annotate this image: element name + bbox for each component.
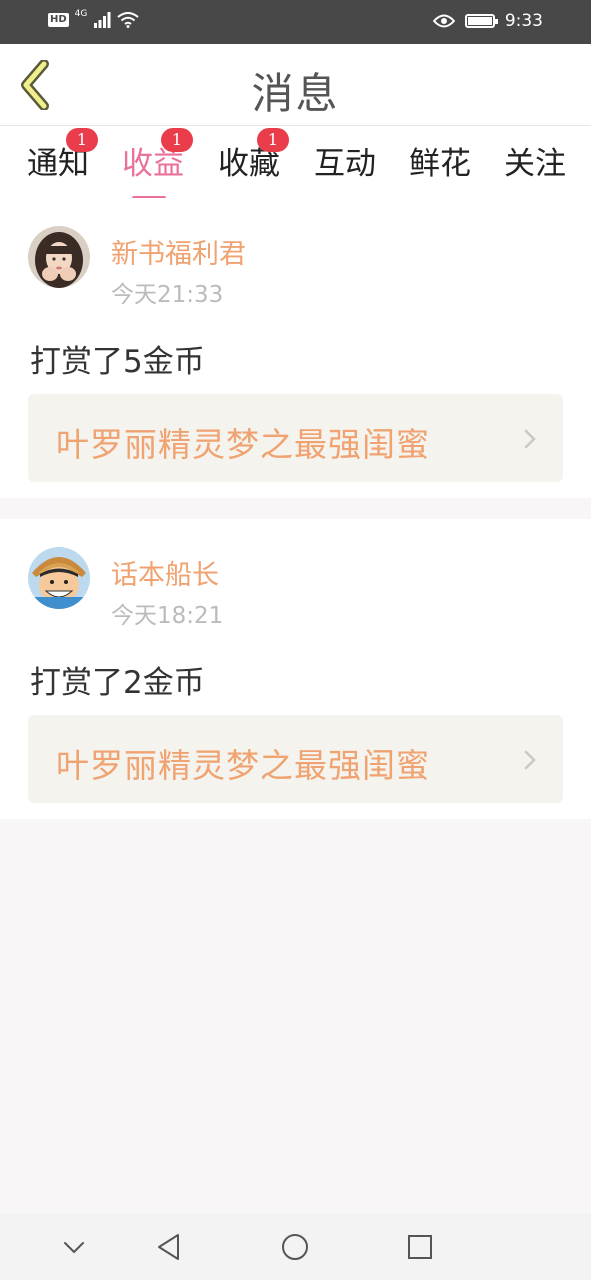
- wifi-icon: [117, 12, 139, 28]
- cartoon-avatar-icon: [28, 547, 90, 609]
- nav-home-button[interactable]: [279, 1231, 311, 1263]
- home-circle-icon: [282, 1234, 308, 1260]
- tab-favorites[interactable]: 收藏 1: [209, 128, 289, 183]
- tab-following[interactable]: 关注: [495, 138, 575, 183]
- status-left: HD 4G: [48, 9, 139, 28]
- page-title: 消息: [251, 69, 340, 118]
- header: 消息: [0, 44, 591, 126]
- unread-badge: 1: [66, 128, 98, 152]
- username[interactable]: 新书福利君: [111, 232, 246, 271]
- tab-flowers[interactable]: 鲜花: [400, 138, 480, 183]
- message-time: 今天21:33: [111, 282, 224, 308]
- message-text: 打赏了2金币: [30, 665, 205, 701]
- tab-notifications[interactable]: 通知 1: [18, 128, 98, 183]
- back-triangle-icon: [158, 1234, 179, 1260]
- signal-icon: [94, 12, 111, 28]
- book-link[interactable]: 叶罗丽精灵梦之最强闺蜜: [28, 715, 563, 803]
- collapse-button[interactable]: [58, 1231, 90, 1263]
- unread-badge: 1: [161, 128, 193, 152]
- unread-badge: 1: [257, 128, 289, 152]
- nav-recents-button[interactable]: [404, 1231, 436, 1263]
- system-nav-bar: [0, 1213, 591, 1280]
- status-bar: HD 4G 9:33: [0, 0, 591, 44]
- book-title: 叶罗丽精灵梦之最强闺蜜: [56, 425, 430, 464]
- network-type: 4G: [74, 9, 88, 19]
- tab-bar: 通知 1 收益 1 收藏 1 互动 鲜花 关注: [0, 126, 591, 200]
- book-link[interactable]: 叶罗丽精灵梦之最强闺蜜: [28, 394, 563, 482]
- book-title: 叶罗丽精灵梦之最强闺蜜: [56, 746, 430, 785]
- chevron-right-icon: [524, 429, 536, 449]
- message-text: 打赏了5金币: [30, 344, 205, 380]
- user-avatar[interactable]: [28, 547, 90, 609]
- recents-square-icon: [408, 1235, 432, 1259]
- battery-icon: [464, 14, 498, 28]
- username[interactable]: 话本船长: [111, 553, 219, 592]
- hd-indicator: HD: [48, 13, 69, 27]
- tab-earnings[interactable]: 收益 1: [113, 128, 193, 200]
- collapse-icon: [64, 1242, 84, 1254]
- tab-interactions[interactable]: 互动: [305, 138, 385, 183]
- chevron-right-icon: [524, 750, 536, 770]
- clock: 9:33: [504, 11, 543, 31]
- message-card: 新书福利君 今天21:33 打赏了5金币 叶罗丽精灵梦之最强闺蜜: [0, 198, 591, 498]
- message-time: 今天18:21: [111, 603, 224, 629]
- message-card: 话本船长 今天18:21 打赏了2金币 叶罗丽精灵梦之最强闺蜜: [0, 519, 591, 819]
- tab-label: 互动: [314, 146, 376, 182]
- tab-label: 关注: [504, 146, 566, 182]
- tab-label: 鲜花: [409, 146, 471, 182]
- status-right: 9:33: [432, 11, 543, 31]
- girl-avatar-icon: [28, 226, 90, 288]
- eye-icon: [432, 14, 455, 28]
- nav-back-button[interactable]: [153, 1231, 185, 1263]
- user-avatar[interactable]: [28, 226, 90, 288]
